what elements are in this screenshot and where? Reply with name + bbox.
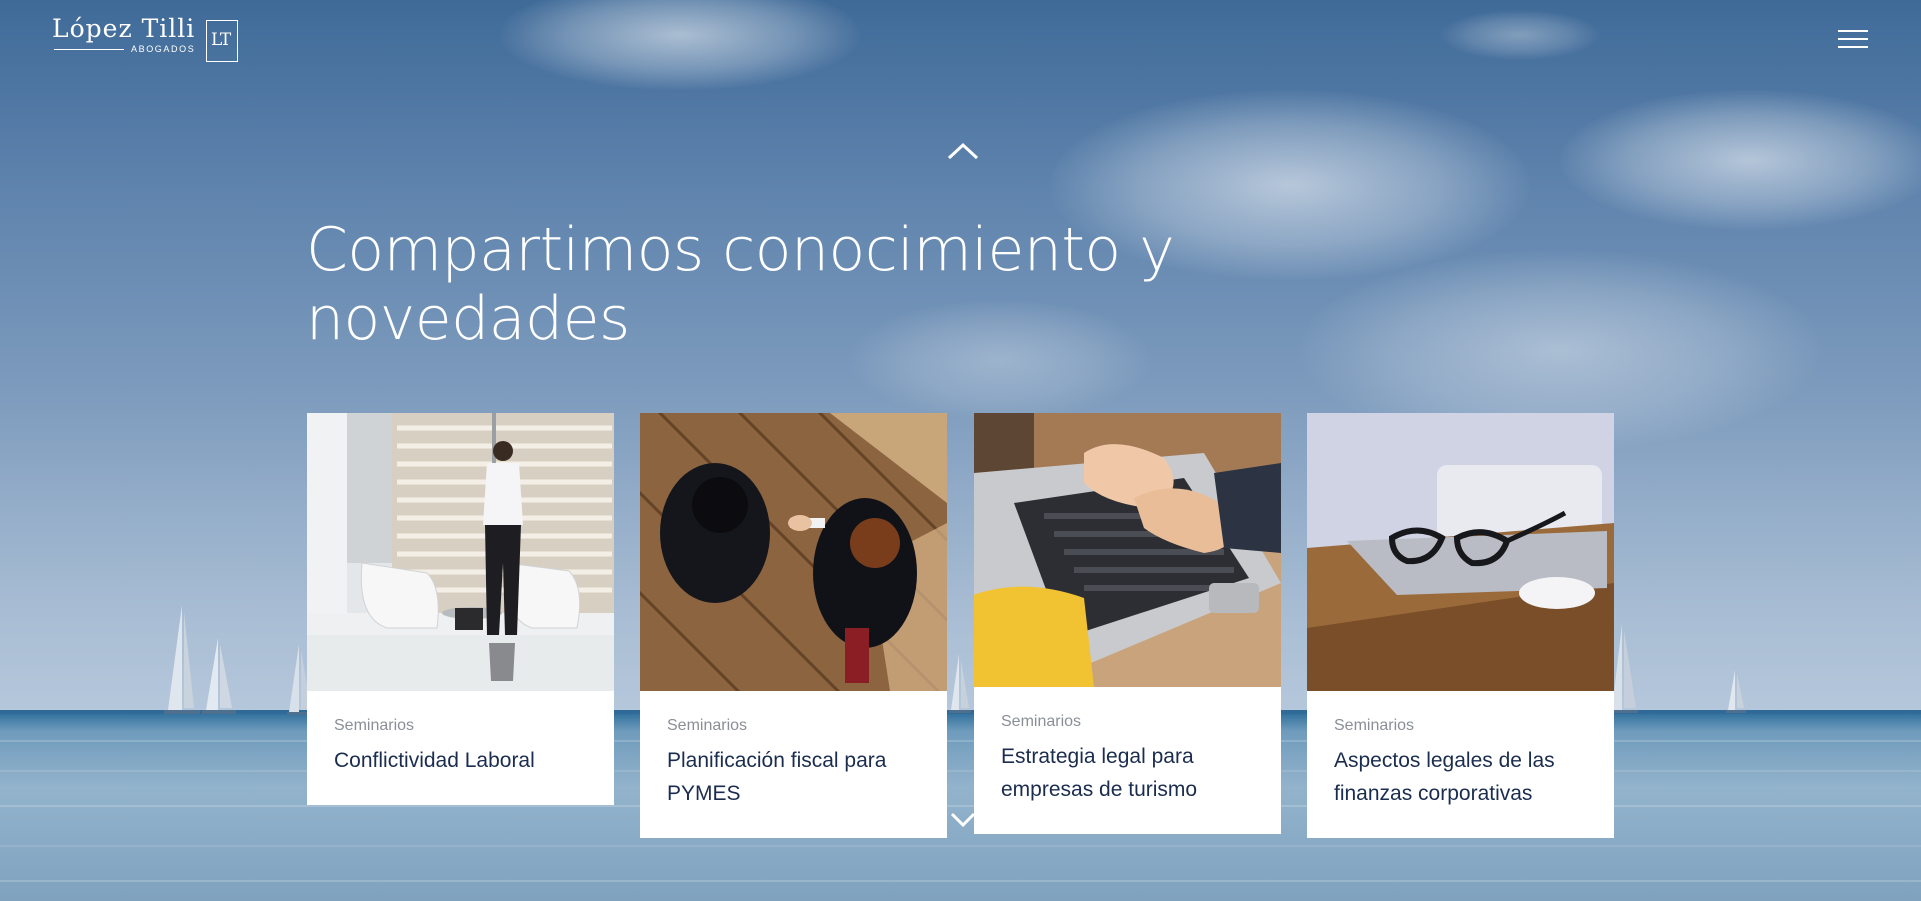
card-category: Seminarios (1334, 717, 1415, 734)
wave (0, 805, 1921, 807)
menu-bar (1838, 30, 1868, 32)
sailboat-icon (1726, 670, 1746, 713)
sailboat-icon (1610, 624, 1638, 713)
article-card[interactable]: Seminarios Conflictividad Laboral (307, 413, 614, 805)
logo-tagline: ABOGADOS (131, 44, 196, 54)
wave (0, 845, 1921, 847)
card-title[interactable]: Planificación fiscal para PYMES (667, 744, 921, 810)
card-category: Seminarios (334, 717, 415, 734)
card-image-glasses (1307, 413, 1614, 691)
logo-monogram-text: LT (211, 30, 231, 50)
sailboat-icon (164, 605, 236, 714)
businessman-at-window-photo (307, 413, 614, 691)
site-logo[interactable]: López Tilli ABOGADOS LT (52, 14, 238, 62)
card-image-laptop (974, 413, 1281, 687)
logo-monogram: LT (206, 20, 238, 62)
card-title[interactable]: Estrategia legal para empresas de turism… (1001, 740, 1255, 806)
card-title[interactable]: Conflictividad Laboral (334, 744, 588, 777)
hamburger-menu-icon[interactable] (1838, 30, 1868, 54)
card-title[interactable]: Aspectos legales de las finanzas corpora… (1334, 744, 1588, 810)
chevron-up-icon[interactable] (946, 141, 980, 161)
logo-name: López Tilli (52, 14, 196, 43)
card-image-businessman (307, 413, 614, 691)
sailboat-icon (949, 654, 971, 713)
card-category: Seminarios (1001, 713, 1082, 730)
hero-background (0, 0, 1921, 901)
menu-bar (1838, 46, 1868, 48)
card-category: Seminarios (667, 717, 748, 734)
page-headline: Compartimos conocimiento y novedades (306, 215, 1175, 354)
wave (0, 740, 1921, 742)
logo-underline (54, 49, 124, 50)
article-card[interactable]: Seminarios Estrategia legal para empresa… (974, 413, 1281, 834)
wave (0, 880, 1921, 882)
cloud (1440, 10, 1600, 60)
menu-bar (1838, 38, 1868, 40)
business-handshake-photo (640, 413, 947, 691)
typing-on-laptop-photo (974, 413, 1281, 687)
glasses-on-laptop-photo (1307, 413, 1614, 691)
article-card[interactable]: Seminarios Planificación fiscal para PYM… (640, 413, 947, 838)
article-card[interactable]: Seminarios Aspectos legales de las finan… (1307, 413, 1614, 838)
chevron-down-icon[interactable] (949, 811, 977, 829)
wave (0, 770, 1921, 772)
cloud (1560, 90, 1921, 230)
card-image-handshake (640, 413, 947, 691)
